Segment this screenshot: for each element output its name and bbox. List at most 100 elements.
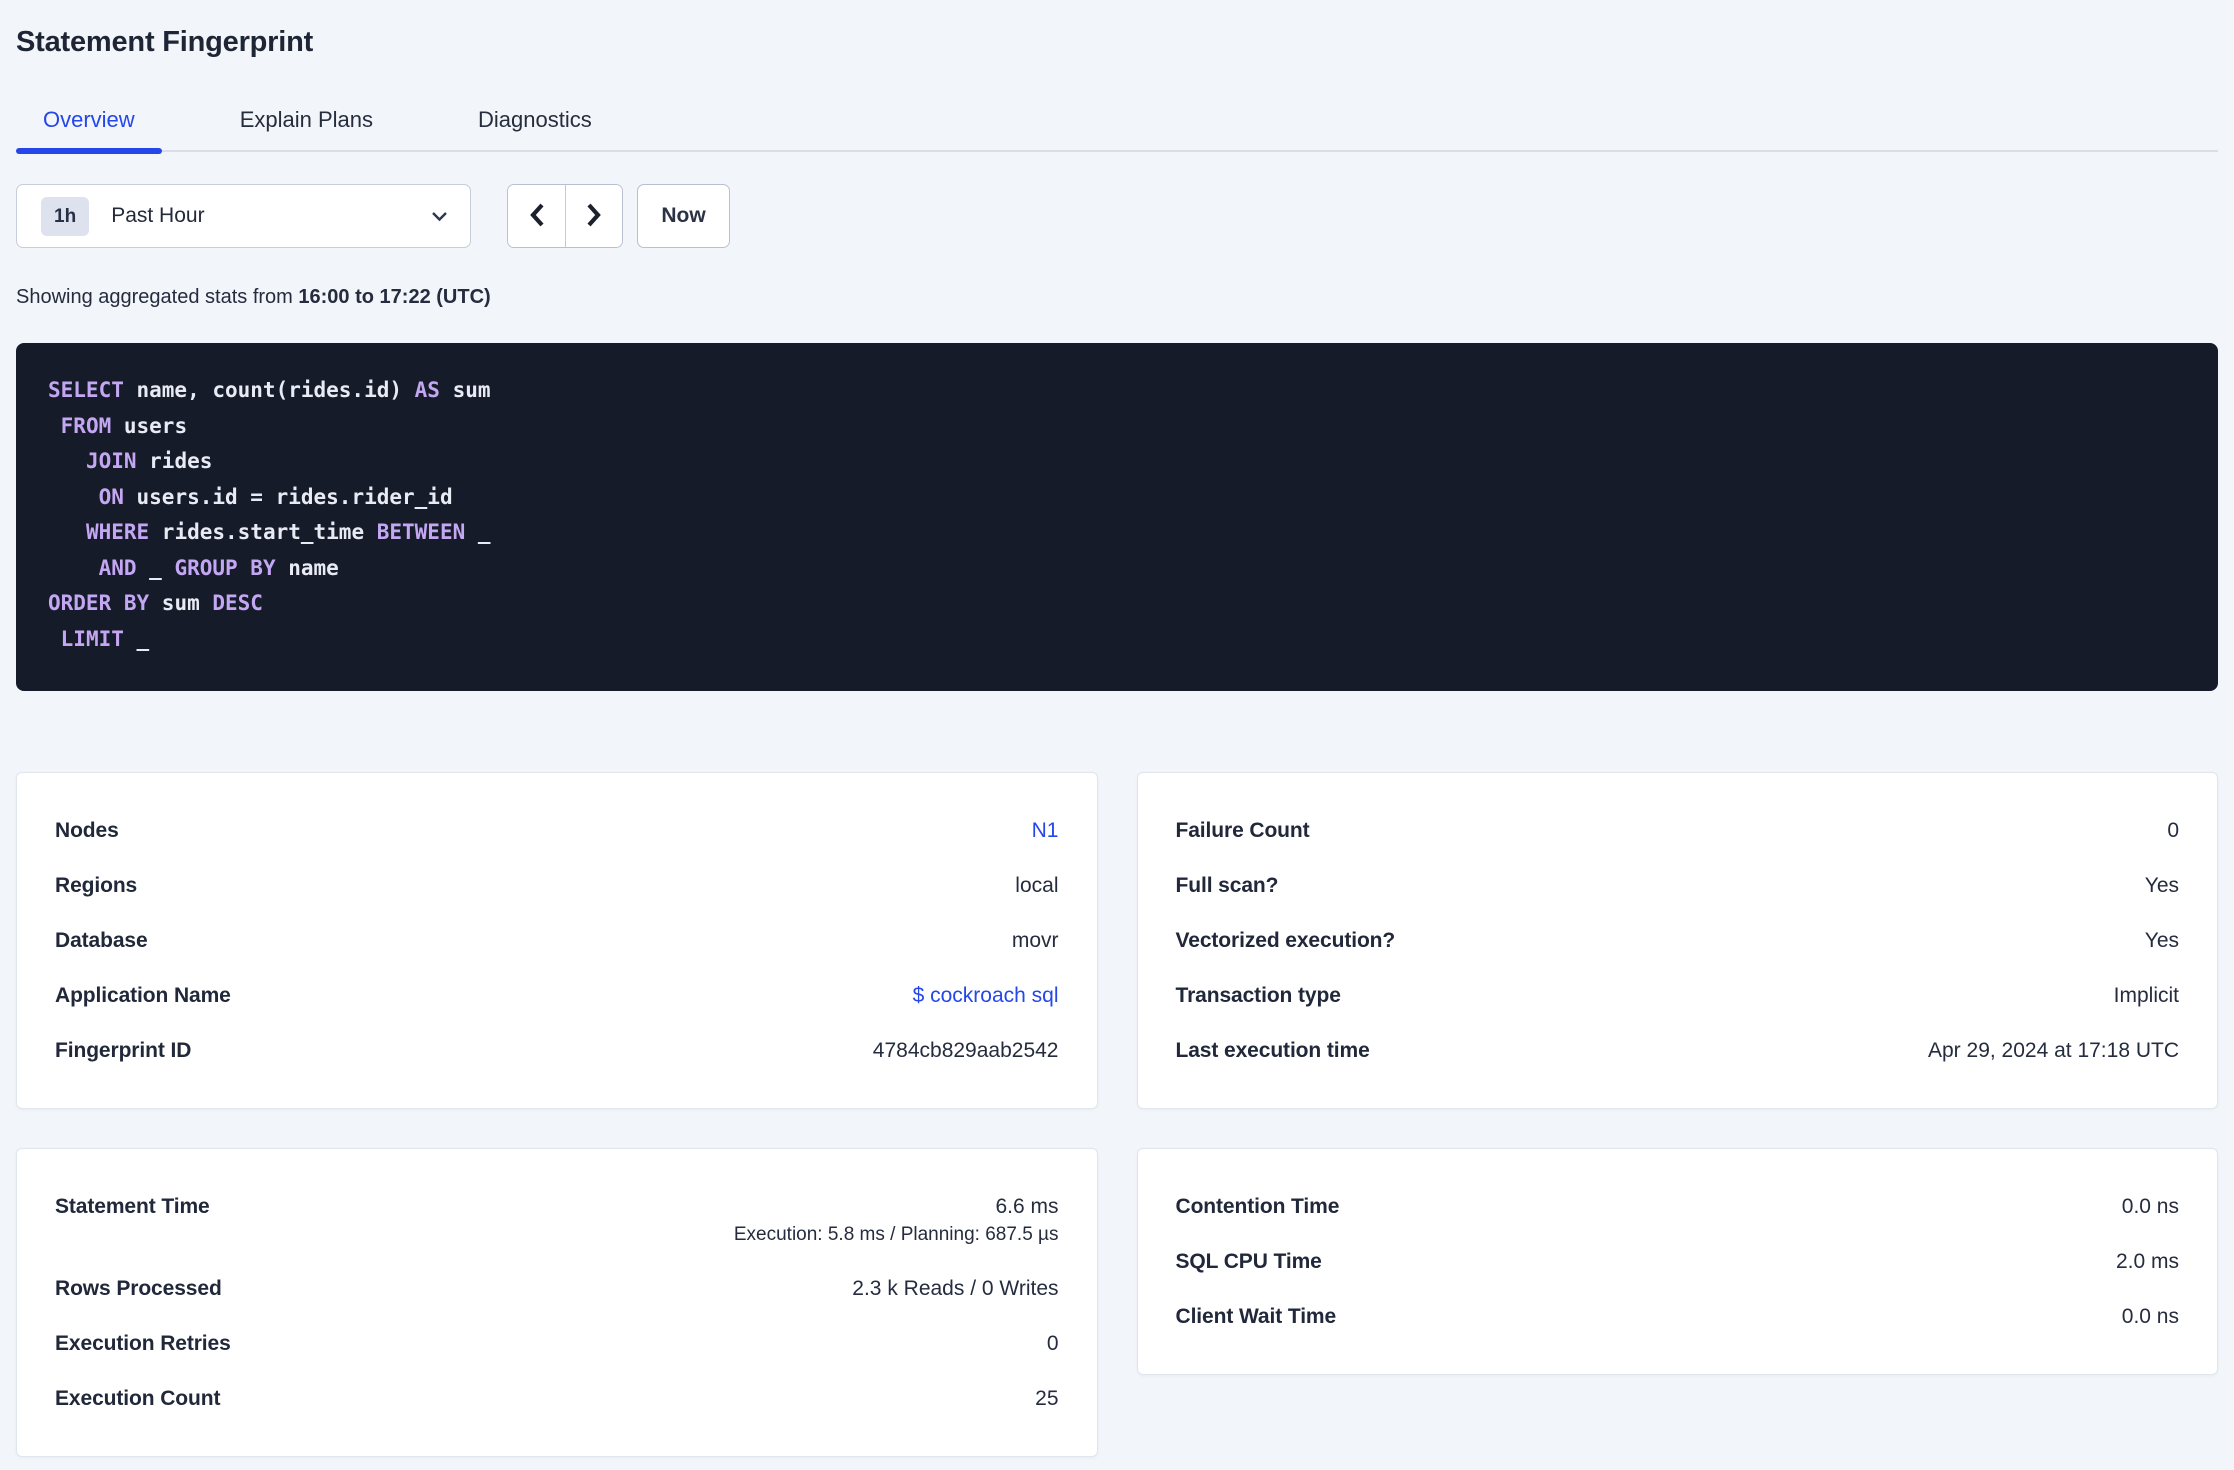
summary-row-statement-time: Statement Time 6.6 ms Execution: 5.8 ms / … — [55, 1179, 1059, 1261]
nodes-link[interactable]: N1 — [1032, 817, 1059, 844]
summary-row-vectorized-execution: Vectorized execution? Yes — [1176, 913, 2180, 968]
regions-label: Regions — [55, 874, 138, 897]
details-card-left: Nodes N1 Regions local Database movr Applicati… — [16, 772, 1098, 1109]
prev-time-button[interactable] — [508, 185, 565, 247]
sql-line: WHERE rides.start_time BETWEEN _ — [85, 520, 491, 544]
sql-line: FROM users — [60, 413, 188, 438]
summary-row-execution-retries: Execution Retries 0 — [55, 1316, 1059, 1371]
application-name-link[interactable]: $ cockroach sql — [913, 982, 1059, 1009]
failure-count-value-group: 0 — [2167, 817, 2179, 844]
tab-bar: Overview Explain Plans Diagnostics — [16, 106, 2218, 154]
summary-row-rows-processed: Rows Processed 2.3 k Reads / 0 Writes — [55, 1261, 1059, 1316]
last-execution-time-value-group: Apr 29, 2024 at 17:18 UTC — [1928, 1037, 2179, 1064]
rows-processed-label: Rows Processed — [55, 1277, 222, 1300]
execution-retries-value-group: 0 — [1047, 1330, 1059, 1357]
details-card-right: Failure Count 0 Full scan? Yes Vectorized ex… — [1136, 772, 2218, 1109]
sql-line: ORDER BY sum DESC — [48, 591, 263, 615]
page-title: Statement Fingerprint — [16, 26, 314, 58]
summary-row-execution-count: Execution Count 25 — [55, 1371, 1059, 1426]
caption-prefix: Showing aggregated stats from — [16, 286, 299, 308]
execution-count-value-group: 25 — [1035, 1385, 1058, 1412]
execution-retries-value: 0 — [1046, 1332, 1059, 1355]
fingerprint-id-value: 4784cb829aab2542 — [872, 1039, 1059, 1062]
full-scan-value-group: Yes — [2145, 872, 2179, 899]
failure-count-value: 0 — [2167, 819, 2179, 842]
database-value: movr — [1011, 929, 1059, 952]
statement-time-value-group: 6.6 ms Execution: 5.8 ms / Planning: 687.… — [734, 1193, 1059, 1247]
fingerprint-id-value-group: 4784cb829aab2542 — [873, 1037, 1059, 1064]
time-step-button-group — [507, 184, 623, 248]
nodes-value-group: N1 — [1032, 817, 1059, 844]
summary-row-application-name: Application Name $ cockroach sql — [55, 968, 1059, 1023]
sql-line: LIMIT _ — [60, 626, 150, 651]
now-button[interactable]: Now — [637, 184, 730, 248]
full-scan-label: Full scan? — [1175, 874, 1279, 897]
regions-value-group: local — [1015, 872, 1058, 899]
last-execution-time-value: Apr 29, 2024 at 17:18 UTC — [1928, 1039, 2179, 1062]
sql-line: AND _ GROUP BY name — [98, 555, 339, 580]
sql-line: SELECT name, count(rides.id) AS sum — [48, 378, 491, 402]
summary-row-last-execution-time: Last execution time Apr 29, 2024 at 17:18… — [1176, 1023, 2180, 1078]
statement-fingerprint-page: Statement Fingerprint Overview Explain P… — [0, 0, 2234, 1470]
full-scan-value: Yes — [2144, 874, 2179, 897]
rows-processed-value-group: 2.3 k Reads / 0 Writes — [852, 1275, 1058, 1302]
sql-statement-box: SELECT name, count(rides.id) AS sum FROM… — [16, 343, 2218, 691]
sql-line: ON users.id = rides.rider_id — [98, 484, 453, 509]
tab-overview[interactable]: Overview — [16, 106, 162, 154]
sql-line: JOIN rides — [85, 449, 213, 473]
database-label: Database — [55, 929, 148, 952]
chevron-right-icon — [585, 202, 603, 231]
database-value-group: movr — [1012, 927, 1059, 954]
tab-explain-plans[interactable]: Explain Plans — [213, 106, 400, 150]
failure-count-label: Failure Count — [1175, 819, 1310, 842]
tab-diagnostics[interactable]: Diagnostics — [451, 106, 619, 150]
time-range-dropdown[interactable]: 1h Past Hour — [16, 184, 471, 248]
client-wait-time-label: Client Wait Time — [1175, 1305, 1337, 1328]
vectorized-execution-value: Yes — [2144, 929, 2179, 952]
execution-count-label: Execution Count — [55, 1387, 221, 1410]
application-name-value-group: $ cockroach sql — [913, 982, 1059, 1009]
statement-time-label: Statement Time — [55, 1195, 210, 1218]
rows-processed-value: 2.3 k Reads / 0 Writes — [852, 1277, 1059, 1300]
contention-time-value-group: 0.0 ns — [2122, 1193, 2179, 1220]
sql-cpu-time-label: SQL CPU Time — [1175, 1250, 1322, 1273]
summary-row-transaction-type: Transaction type Implicit — [1176, 968, 2180, 1023]
sql-cpu-time-value: 2.0 ms — [2115, 1250, 2179, 1273]
time-preset-badge: 1h — [41, 196, 90, 236]
contention-time-label: Contention Time — [1175, 1195, 1340, 1218]
aggregated-stats-caption: Showing aggregated stats from 16:00 to 1… — [16, 284, 2218, 311]
sql-cpu-time-value-group: 2.0 ms — [2116, 1248, 2179, 1275]
transaction-type-value-group: Implicit — [2114, 982, 2179, 1009]
fingerprint-id-label: Fingerprint ID — [55, 1039, 192, 1062]
statement-time-value: 6.6 ms — [995, 1195, 1059, 1218]
stats-card-right: Contention Time 0.0 ns SQL CPU Time 2.0 ms C… — [1136, 1148, 2218, 1375]
transaction-type-label: Transaction type — [1175, 984, 1341, 1007]
vectorized-execution-label: Vectorized execution? — [1175, 929, 1396, 952]
summary-row-regions: Regions local — [55, 858, 1059, 913]
client-wait-time-value-group: 0.0 ns — [2122, 1303, 2179, 1330]
execution-retries-label: Execution Retries — [55, 1332, 231, 1355]
statement-time-subvalue: Execution: 5.8 ms / Planning: 687.5 µs — [733, 1224, 1059, 1245]
last-execution-time-label: Last execution time — [1175, 1039, 1370, 1062]
summary-row-nodes: Nodes N1 — [55, 803, 1059, 858]
summary-row-client-wait-time: Client Wait Time 0.0 ns — [1176, 1289, 2180, 1344]
vectorized-execution-value-group: Yes — [2145, 927, 2179, 954]
nodes-label: Nodes — [55, 819, 119, 842]
summary-row-database: Database movr — [55, 913, 1059, 968]
summary-row-fingerprint-id: Fingerprint ID 4784cb829aab2542 — [55, 1023, 1059, 1078]
time-toolbar: 1h Past Hour Now — [16, 184, 2218, 248]
summary-row-sql-cpu-time: SQL CPU Time 2.0 ms — [1176, 1234, 2180, 1289]
next-time-button[interactable] — [565, 185, 622, 247]
summary-cards-grid: Nodes N1 Regions local Database movr Applicati… — [16, 772, 2218, 1457]
transaction-type-value: Implicit — [2113, 984, 2179, 1007]
regions-value: local — [1015, 874, 1059, 897]
time-range-label: Past Hour — [111, 204, 205, 227]
summary-row-failure-count: Failure Count 0 — [1176, 803, 2180, 858]
chevron-down-icon — [431, 211, 448, 222]
contention-time-value: 0.0 ns — [2121, 1195, 2179, 1218]
client-wait-time-value: 0.0 ns — [2121, 1305, 2179, 1328]
summary-row-contention-time: Contention Time 0.0 ns — [1176, 1179, 2180, 1234]
stats-card-left: Statement Time 6.6 ms Execution: 5.8 ms / … — [16, 1148, 1098, 1457]
execution-count-value: 25 — [1035, 1387, 1059, 1410]
caption-time-range: 16:00 to 17:22 (UTC) — [298, 286, 491, 308]
